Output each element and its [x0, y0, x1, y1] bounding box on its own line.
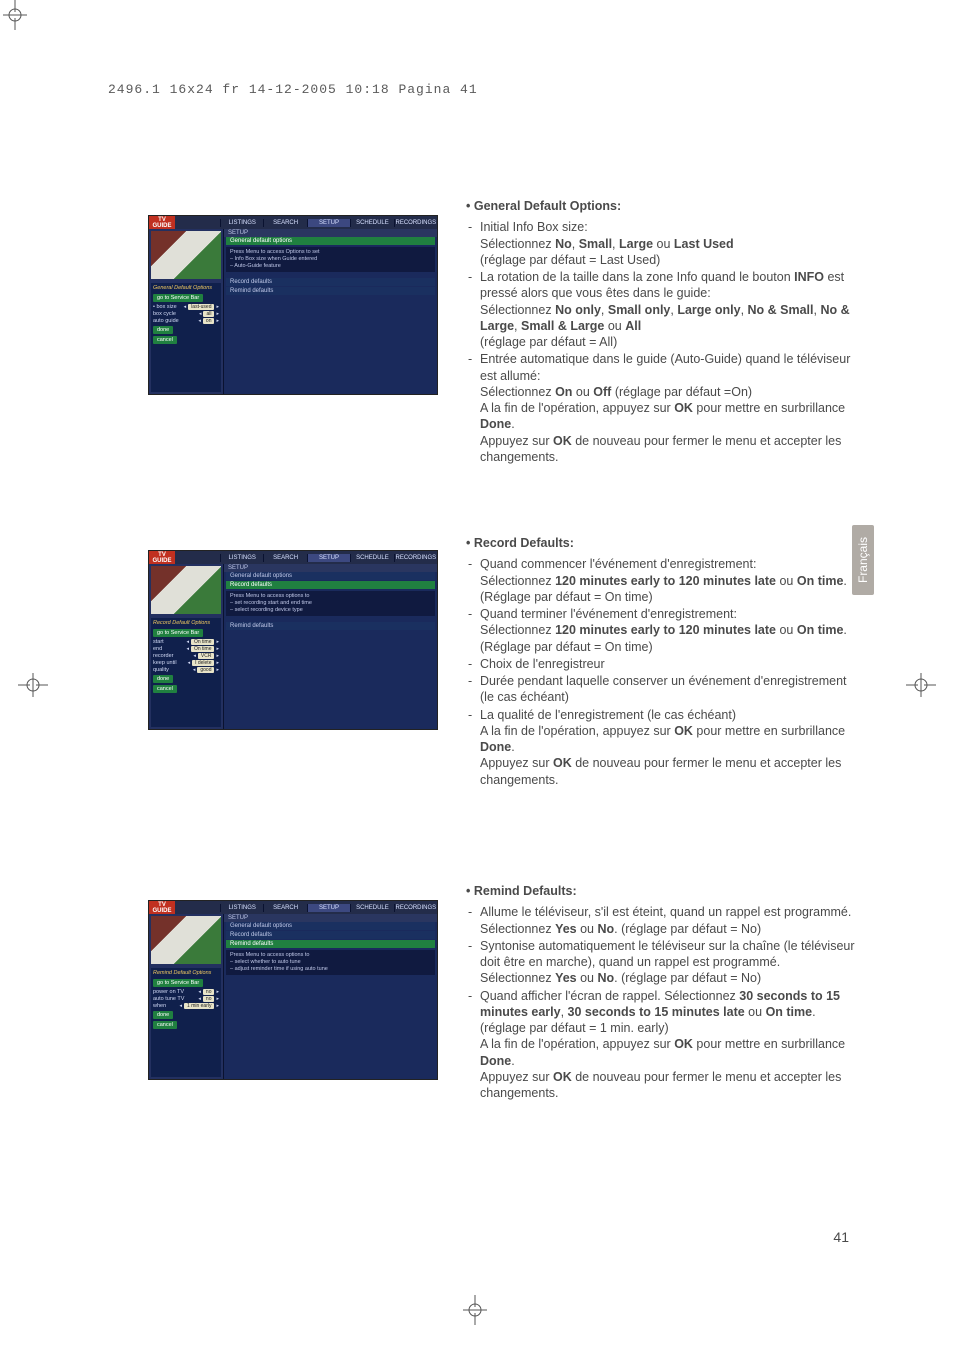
cancel-button[interactable]: cancel [153, 336, 177, 344]
done-button[interactable]: done [153, 326, 173, 334]
list-item: - Entrée automatique dans le guide (Auto… [466, 351, 856, 465]
option-box-cycle: box cycle [153, 311, 197, 317]
preview-thumb [151, 916, 221, 964]
back-button[interactable]: go to Service Bar [153, 629, 203, 637]
info-box: Press Menu to access Options to set – In… [226, 247, 435, 272]
option-box-size: • box size [153, 304, 182, 310]
crop-mark-right [906, 670, 936, 700]
list-item: - La qualité de l'enregistrement (le cas… [466, 707, 856, 788]
section-title: Remind Defaults: [466, 883, 856, 899]
tab-setup[interactable]: SETUP [307, 219, 350, 227]
section-general-defaults: General Default Options: - Initial Info … [466, 198, 856, 465]
setup-label: SETUP [224, 229, 437, 237]
list-item: - Initial Info Box size: Sélectionnez No… [466, 219, 856, 268]
section-remind-defaults: Remind Defaults: - Allume le téléviseur,… [466, 883, 856, 1101]
tab-listings[interactable]: LISTINGS [220, 219, 263, 227]
panel-title: Remind Default Options [153, 970, 219, 976]
tab-search[interactable]: SEARCH [263, 219, 306, 227]
panel-title: General Default Options [153, 285, 219, 291]
bar-remind[interactable]: Remind defaults [226, 287, 435, 295]
list-item: - Allume le téléviseur, s'il est éteint,… [466, 904, 856, 937]
print-header: 2496.1 16x24 fr 14-12-2005 10:18 Pagina … [108, 82, 478, 97]
back-button[interactable]: go to Service Bar [153, 979, 203, 987]
list-item: - Quand terminer l'événement d'enregistr… [466, 606, 856, 655]
list-item: -Choix de l'enregistreur [466, 656, 856, 672]
done-button[interactable]: done [153, 1011, 173, 1019]
info-box: Press Menu to access options to – set re… [226, 591, 435, 616]
option-auto-guide: auto guide [153, 318, 196, 324]
tab-schedule[interactable]: SCHEDULE [350, 219, 393, 227]
list-item: - Quand afficher l'écran de rappel. Séle… [466, 988, 856, 1102]
page-number: 41 [833, 1229, 849, 1245]
preview-thumb [151, 231, 221, 279]
preview-thumb [151, 566, 221, 614]
section-title: Record Defaults: [466, 535, 856, 551]
done-button[interactable]: done [153, 675, 173, 683]
list-item: - Syntonise automatiquement le téléviseu… [466, 938, 856, 987]
info-box: Press Menu to access options to – select… [226, 950, 435, 975]
section-record-defaults: Record Defaults: - Quand commencer l'évé… [466, 535, 856, 788]
crop-mark-top [0, 0, 30, 30]
crop-mark-left [18, 670, 48, 700]
bar-general[interactable]: General default options [226, 237, 435, 245]
list-item: -Durée pendant laquelle conserver un évé… [466, 673, 856, 706]
screenshot-record-defaults: TVGUIDE LISTINGS SEARCH SETUP SCHEDULE R… [148, 550, 438, 730]
bar-record[interactable]: Record defaults [226, 278, 435, 286]
cancel-button[interactable]: cancel [153, 685, 177, 693]
panel-title: Record Default Options [153, 620, 219, 626]
tab-recordings[interactable]: RECORDINGS [394, 219, 437, 227]
screenshot-general-defaults: TVGUIDE LISTINGS SEARCH SETUP SCHEDULE R… [148, 215, 438, 395]
section-title: General Default Options: [466, 198, 856, 214]
cancel-button[interactable]: cancel [153, 1021, 177, 1029]
list-item: - La rotation de la taille dans la zone … [466, 269, 856, 350]
list-item: - Quand commencer l'événement d'enregist… [466, 556, 856, 605]
back-button[interactable]: go to Service Bar [153, 294, 203, 302]
crop-mark-bottom [460, 1295, 490, 1325]
screenshot-remind-defaults: TVGUIDE LISTINGS SEARCH SETUP SCHEDULE R… [148, 900, 438, 1080]
